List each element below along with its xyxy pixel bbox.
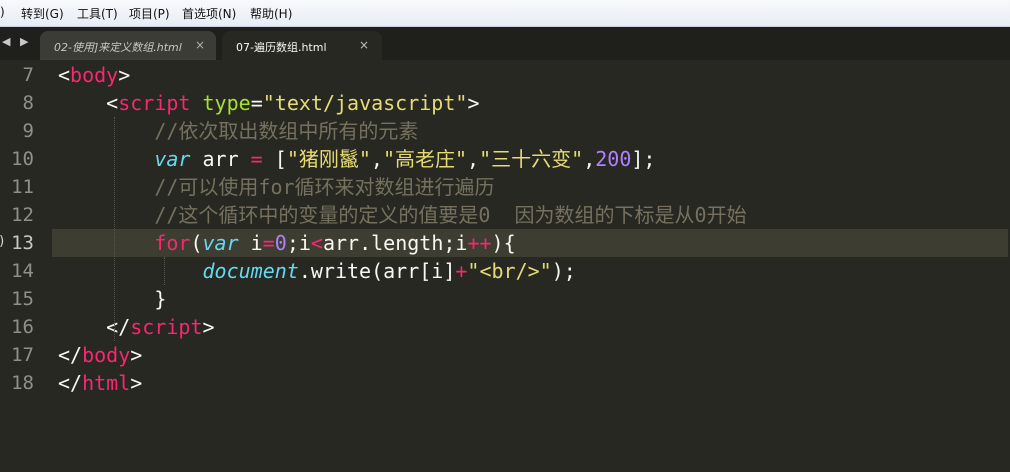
line-number: 8 [22,92,34,114]
code-token: [ [262,147,287,171]
code-line[interactable]: document.write(arr[i]+"<br/>"); [58,257,576,285]
menu-item-tools[interactable]: 工具(T) [77,5,118,22]
code-token: arr [190,147,251,171]
line-number: 9 [22,120,34,142]
menu-item-preferences[interactable]: 首选项(N) [182,5,236,22]
code-token: > [130,371,143,395]
code-token: > [130,343,143,367]
line-number: 18 [11,372,34,394]
line-number: 16 [11,316,34,338]
code-line[interactable]: //依次取出数组中所有的元素 [58,117,418,145]
code-token: } [58,287,167,311]
code-token: 200 [595,147,632,171]
code-line[interactable]: <body> [58,61,130,89]
code-token: ++ [467,231,492,255]
tab-label: 07-遍历数组.html [236,41,327,54]
code-line[interactable]: var arr = ["猪刚鬣","高老庄","三十六变",200]; [58,145,655,173]
line-number-gutter: 789101112131415161718) [0,60,52,472]
menu-item-help[interactable]: 帮助(H) [250,5,292,22]
code-token: i [238,231,263,255]
code-token: //可以使用for循环来对数组进行遍历 [58,175,495,199]
code-token: var [154,147,191,171]
menu-item-project[interactable]: 项目(P) [129,5,170,22]
code-token: ;i [286,231,311,255]
code-token: "三十六变" [479,147,584,171]
line-number: 7 [22,64,34,86]
code-line[interactable]: } [58,285,166,313]
code-token: > [467,91,480,115]
code-token: body [82,343,131,367]
code-token: = [250,147,263,171]
code-token: var [202,231,239,255]
code-token: + [455,259,468,283]
line-number: 10 [11,148,34,170]
line-number: 15 [11,288,34,310]
code-token: , [467,147,480,171]
menu-item-goto[interactable]: 转到(G) [21,5,64,22]
code-token: //依次取出数组中所有的元素 [58,119,419,143]
line-number: 11 [11,176,34,198]
line-number: 14 [11,260,34,282]
code-token: < [58,63,71,87]
tab-02-array-definition[interactable]: 02-使用]来定义数组.html × [40,31,216,60]
code-token: ); [551,259,576,283]
code-line[interactable]: //可以使用for循环来对数组进行遍历 [58,173,495,201]
code-line[interactable]: <script type="text/javascript"> [58,89,479,117]
code-token: "猪刚鬣" [286,147,371,171]
line-number: 17 [11,344,34,366]
code-token: //这个循环中的变量的定义的值要是0 因为数组的下标是从0开始 [58,203,747,227]
menu-item-partial[interactable]: ) [0,5,5,19]
code-token: "text/javascript" [262,91,468,115]
close-icon[interactable]: × [195,38,205,52]
code-token: > [202,315,215,339]
code-token: , [370,147,383,171]
code-token: , [583,147,596,171]
code-token: "<br/>" [467,259,552,283]
code-token: script [130,315,203,339]
code-token: ]; [631,147,656,171]
code-token: .write(arr[i] [298,259,456,283]
code-token: 0 [274,231,287,255]
code-token: </ [58,371,83,395]
line-number: 12 [11,204,34,226]
code-token: "高老庄" [382,147,468,171]
code-token: script [118,91,191,115]
code-token: < [58,91,119,115]
code-token: ){ [491,231,516,255]
code-token: < [310,231,323,255]
code-token: </ [58,343,83,367]
code-line[interactable]: </body> [58,341,142,369]
code-editor[interactable]: 789101112131415161718) <body> <script ty… [0,60,1010,472]
code-token: ( [190,231,203,255]
code-token: type [202,91,251,115]
code-token: = [262,231,275,255]
code-token: for [154,231,191,255]
indent-guide [164,257,165,285]
tab-label: 02-使用]来定义数组.html [54,41,182,54]
menu-bar: ) 转到(G) 工具(T) 项目(P) 首选项(N) 帮助(H) [0,0,1010,27]
code-line[interactable]: </script> [58,313,215,341]
code-token: = [250,91,263,115]
code-line[interactable]: //这个循环中的变量的定义的值要是0 因为数组的下标是从0开始 [58,201,747,229]
code-token: </ [58,315,131,339]
code-token: arr.length;i [322,231,468,255]
code-token: > [118,63,131,87]
tab-bar: ◀ ▶ 02-使用]来定义数组.html × 07-遍历数组.html × [0,27,1010,60]
indent-guide [114,117,115,341]
close-icon[interactable]: × [359,38,369,52]
tab-nav-arrows-icon[interactable]: ◀ ▶ [2,35,31,48]
code-line[interactable]: for(var i=0;i<arr.length;i++){ [52,229,1008,257]
code-token: html [82,371,131,395]
gutter-fold-marker-icon[interactable]: ) [0,234,6,249]
code-token: document [202,259,299,283]
code-line[interactable]: </html> [58,369,142,397]
tab-07-traverse-array[interactable]: 07-遍历数组.html × [222,31,382,60]
code-token: body [70,63,119,87]
